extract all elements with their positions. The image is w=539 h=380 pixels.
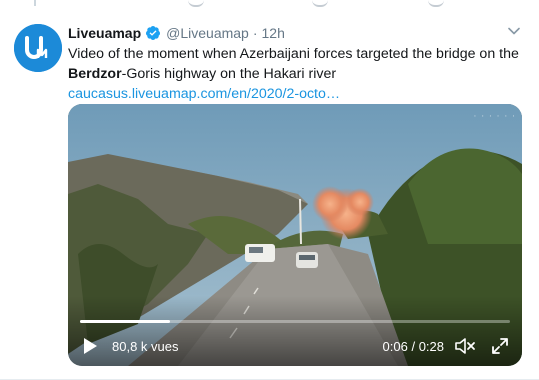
video-timecode: 0:06 / 0:28 <box>383 339 445 354</box>
like-icon-remnant <box>312 0 328 7</box>
video-player[interactable]: · · · · · · 80,8 k vues 0:06 / 0:28 <box>68 104 522 366</box>
share-icon-remnant <box>428 0 444 7</box>
verified-badge-icon <box>145 25 161 41</box>
thread-line <box>34 0 36 6</box>
reply-icon-remnant <box>188 0 204 7</box>
tweet-text-part: -Goris highway on the Hakari river <box>121 66 337 82</box>
time-current: 0:06 <box>382 339 408 354</box>
avatar[interactable] <box>14 24 62 72</box>
tweet-header: Liveuamap @Liveuamap · 12h <box>68 24 285 42</box>
tweet-text-part: Video of the moment when Azerbaijani for… <box>68 46 519 62</box>
author-handle[interactable]: @Liveuamap <box>166 25 249 41</box>
fullscreen-icon[interactable] <box>490 336 510 356</box>
liveuamap-logo-icon <box>14 24 62 72</box>
progress-bar[interactable] <box>80 320 510 323</box>
previous-tweet-remnant <box>0 0 539 8</box>
author-name[interactable]: Liveuamap <box>68 25 141 41</box>
tweet-timestamp[interactable]: 12h <box>262 25 285 41</box>
time-separator: / <box>411 339 416 354</box>
tweet-link[interactable]: caucasus.liveuamap.com/en/2020/2-octo… <box>68 86 340 102</box>
separator-dot: · <box>252 25 258 41</box>
progress-fill <box>80 320 171 323</box>
view-count: 80,8 k vues <box>112 339 179 354</box>
time-total: 0:28 <box>418 339 444 354</box>
video-watermark: · · · · · · <box>473 112 516 122</box>
play-icon[interactable] <box>80 336 100 356</box>
tweet-text: Video of the moment when Azerbaijani for… <box>68 44 524 104</box>
chevron-down-icon[interactable] <box>507 24 521 38</box>
volume-muted-icon[interactable] <box>454 336 476 356</box>
tweet-text-bold: Berdzor <box>68 66 122 82</box>
